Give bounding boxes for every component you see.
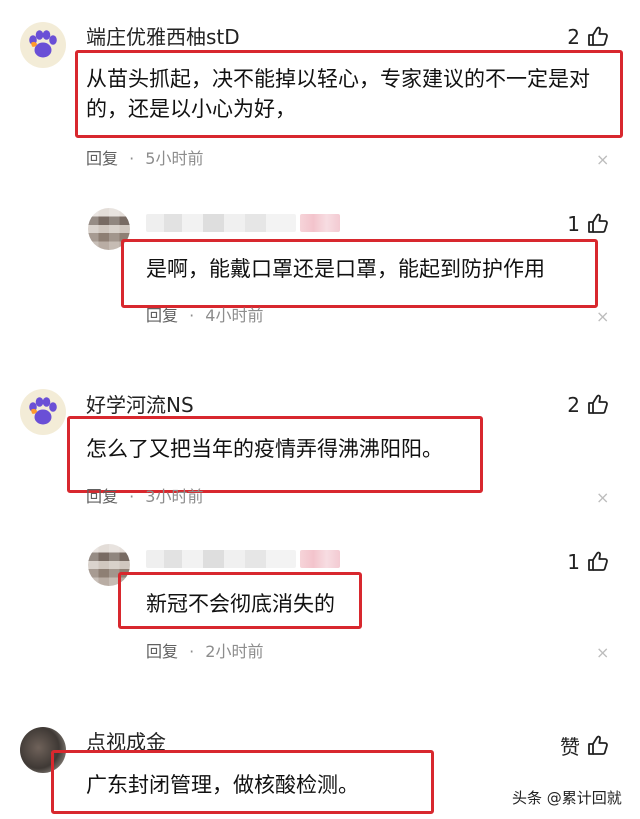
like-button[interactable]: 2 [567,25,610,49]
badge-blurred [300,550,340,568]
timestamp: 2小时前 [205,642,264,661]
comment-meta: 回复 · 4小时前 [146,306,263,326]
thumbs-up-icon [588,213,608,233]
avatar[interactable] [20,389,66,435]
like-count: 1 [567,212,580,236]
like-button[interactable]: 2 [567,393,610,417]
badge-blurred [300,214,340,232]
username[interactable]: 端庄优雅西柚stD [86,24,240,50]
separator-dot: · [129,487,135,506]
like-label: 赞 [560,735,580,759]
separator-dot: · [129,149,135,168]
like-button[interactable]: 1 [567,550,610,574]
timestamp: 5小时前 [145,149,204,168]
comment-line: 的，还是以小心为好， [86,97,296,121]
comment-meta: 回复 · 2小时前 [146,642,263,662]
thumbs-up-icon [588,26,608,46]
username-blurred [146,214,296,232]
paw-icon [29,30,57,58]
like-count: 2 [567,25,580,49]
like-button[interactable]: 赞 [560,731,610,760]
close-icon[interactable]: × [596,643,609,662]
close-icon[interactable]: × [596,150,609,169]
thumbs-up-icon [588,551,608,571]
comment-text: 新冠不会彻底消失的 [146,592,335,616]
username-blurred [146,550,296,568]
avatar[interactable] [20,22,66,68]
like-count: 1 [567,550,580,574]
reply-button[interactable]: 回复 [86,149,118,168]
comment-text: 从苗头抓起，决不能掉以轻心，专家建议的不一定是对 的，还是以小心为好， [86,64,616,124]
paw-icon [29,397,57,425]
watermark: 头条 @累计回就 [512,789,622,807]
reply-button[interactable]: 回复 [146,306,178,325]
comment-meta: 回复 · 5小时前 [86,149,203,169]
like-count: 2 [567,393,580,417]
close-icon[interactable]: × [596,488,609,507]
like-button[interactable]: 1 [567,212,610,236]
separator-dot: · [189,642,195,661]
comment-line: 从苗头抓起，决不能掉以轻心，专家建议的不一定是对 [86,67,590,91]
comment-meta: 回复 · 3小时前 [86,487,203,507]
timestamp: 4小时前 [205,306,264,325]
comment-text: 是啊，能戴口罩还是口罩，能起到防护作用 [146,257,545,281]
separator-dot: · [189,306,195,325]
reply-button[interactable]: 回复 [146,642,178,661]
thumbs-up-icon [588,394,608,414]
comment-text: 广东封闭管理，做核酸检测。 [86,773,359,797]
close-icon[interactable]: × [596,307,609,326]
timestamp: 3小时前 [145,487,204,506]
username[interactable]: 好学河流NS [86,392,194,418]
thumbs-up-icon [588,735,608,755]
reply-button[interactable]: 回复 [86,487,118,506]
comment-text: 怎么了又把当年的疫情弄得沸沸阳阳。 [86,437,443,461]
